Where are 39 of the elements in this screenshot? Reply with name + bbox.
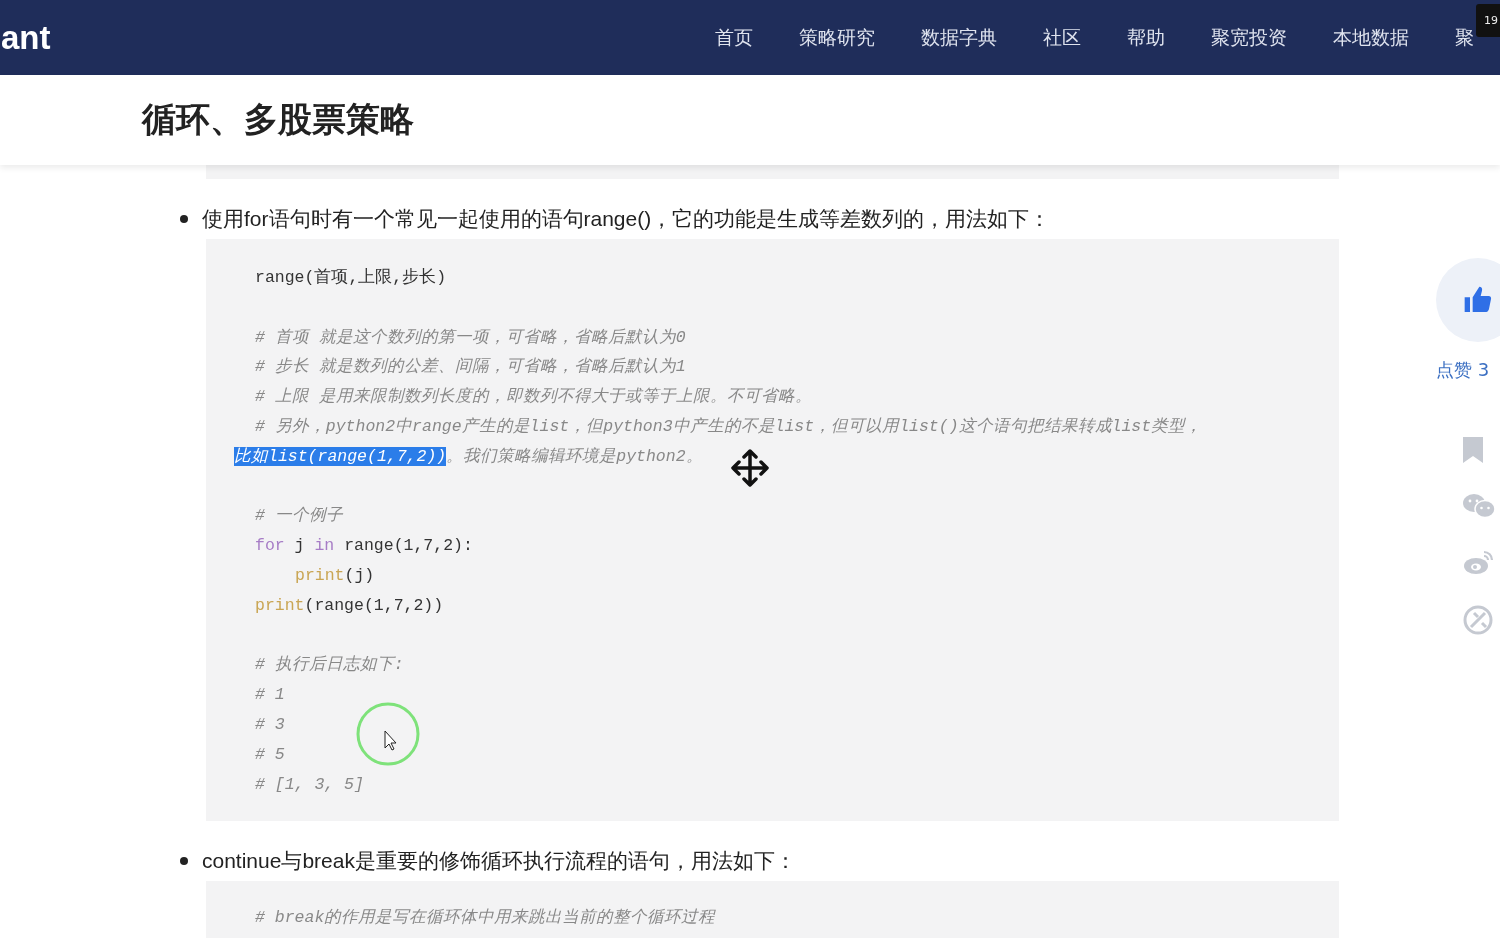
like-count: 点赞 3 (1436, 358, 1490, 382)
code-comment: # [1, 3, 5] (255, 774, 364, 794)
code-line: print(range(1,7,2)) (255, 595, 444, 615)
code-comment: # 另外，python2中range产生的是list，但python3中产生的不是list，但可以用list()这个语句把结果转成list类型， (255, 417, 1203, 436)
code-comment: # 步长 就是数列的公差、间隔，可省略，省略后默认为1 (255, 357, 686, 377)
bullet-icon (180, 857, 188, 866)
code-comment: # 3 (255, 714, 285, 734)
code-line: 比如list(range(1,7,2))。我们策略编辑环境是python2。 (234, 446, 703, 466)
page-title: 循环、多股票策略 (142, 98, 414, 141)
click-ring-icon (355, 701, 421, 767)
nav-link[interactable]: 数据字典 (921, 24, 997, 51)
code-text: range(首项,上限,步长) (255, 268, 447, 287)
nav-link[interactable]: 聚 (1455, 24, 1474, 51)
code-comment: # break的作用是写在循环体中用来跳出当前的整个循环过程 (255, 908, 716, 928)
nav-link[interactable]: 策略研究 (799, 24, 875, 51)
code-comment: # 首项 就是这个数列的第一项，可省略，省略后默认为0 (255, 327, 686, 347)
code-line: for j in range(1,7,2): (255, 536, 473, 556)
code-comment: # 1 (255, 685, 285, 705)
nav-link[interactable]: 聚宽投资 (1211, 24, 1287, 51)
bookmark-icon[interactable] (1462, 436, 1484, 464)
code-comment: # 执行后日志如下: (255, 655, 404, 675)
tooltip: 19 (1476, 4, 1500, 37)
site-logo[interactable]: ant (1, 18, 51, 57)
paragraph: 使用for语句时有一个常见一起使用的语句range()，它的功能是生成等差数列的，用法如下： (202, 206, 1051, 232)
like-button[interactable] (1436, 258, 1500, 342)
code-comment: # 5 (255, 744, 285, 764)
weibo-icon[interactable] (1462, 548, 1496, 576)
nav-link[interactable]: 社区 (1043, 24, 1081, 51)
chat-bubbles-icon[interactable] (1462, 492, 1496, 520)
nav-link[interactable]: 本地数据 (1333, 24, 1409, 51)
code-comment: # 上限 是用来限制数列长度的，即数列不得大于或等于上限。不可省略。 (255, 387, 812, 407)
move-cursor-icon (729, 447, 771, 489)
nav-link[interactable]: 帮助 (1127, 24, 1165, 51)
code-line: print(j) (295, 565, 375, 585)
share-icon[interactable] (1462, 604, 1494, 636)
paragraph: continue与break是重要的修饰循环执行流程的语句，用法如下： (202, 848, 796, 875)
code-comment: # 一个例子 (255, 506, 343, 526)
bullet-icon (180, 215, 188, 223)
nav-link[interactable]: 首页 (715, 24, 753, 51)
